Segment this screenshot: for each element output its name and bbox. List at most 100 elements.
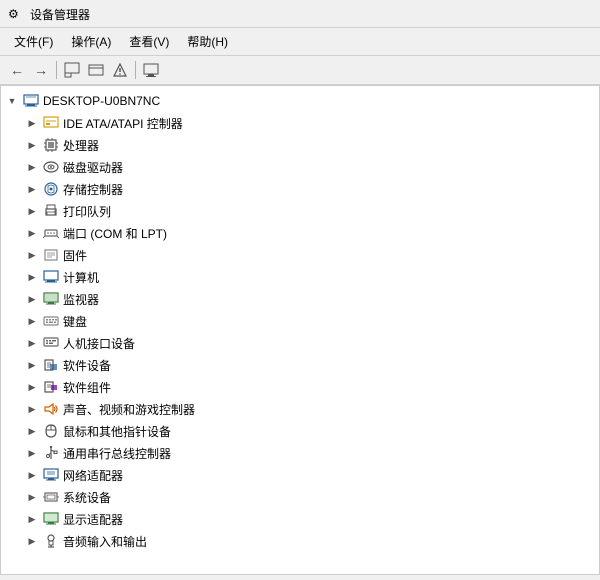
toolbar-btn-up[interactable] [61, 59, 83, 81]
network-icon [43, 467, 59, 483]
keyboard-icon [43, 313, 59, 329]
item-expand-icon: ▶ [25, 512, 39, 526]
item-label: 网络适配器 [63, 467, 123, 484]
item-label: 软件组件 [63, 379, 111, 396]
item-expand-icon: ▶ [25, 116, 39, 130]
disk-icon [43, 159, 59, 175]
app-icon: ⚙ [8, 7, 24, 23]
mouse-icon [43, 423, 59, 439]
display-icon [43, 511, 59, 527]
tree-item[interactable]: ▶ 音频输入和输出 [1, 530, 599, 552]
toolbar-btn-show[interactable] [85, 59, 107, 81]
item-expand-icon: ▶ [25, 160, 39, 174]
item-label: 处理器 [63, 137, 99, 154]
tree-item[interactable]: ▶ 固件 [1, 244, 599, 266]
item-expand-icon: ▶ [25, 402, 39, 416]
device-tree[interactable]: ▼ DESKTOP-U0BN7NC ▶ IDE ATA/ATAPI 控制器 ▶ … [0, 85, 600, 575]
forward-button[interactable]: → [30, 59, 52, 81]
toolbar-btn-monitor[interactable] [140, 59, 162, 81]
tree-item[interactable]: ▶ 系统设备 [1, 486, 599, 508]
tree-item[interactable]: ▶ 端口 (COM 和 LPT) [1, 222, 599, 244]
title-bar: ⚙ 设备管理器 [0, 0, 600, 28]
item-label: 存储控制器 [63, 181, 123, 198]
sound-icon [43, 401, 59, 417]
item-expand-icon: ▶ [25, 226, 39, 240]
software-icon [43, 357, 59, 373]
back-button[interactable]: ← [6, 59, 28, 81]
item-label: 声音、视频和游戏控制器 [63, 401, 195, 418]
tree-item[interactable]: ▶ 处理器 [1, 134, 599, 156]
tree-item[interactable]: ▶ 打印队列 [1, 200, 599, 222]
tree-item[interactable]: ▶ 声音、视频和游戏控制器 [1, 398, 599, 420]
item-expand-icon: ▶ [25, 380, 39, 394]
tree-item[interactable]: ▶ 存储控制器 [1, 178, 599, 200]
computer-icon [43, 269, 59, 285]
item-label: 软件设备 [63, 357, 111, 374]
usb-icon [43, 445, 59, 461]
ide-icon [43, 115, 59, 131]
item-expand-icon: ▶ [25, 248, 39, 262]
item-label: 显示适配器 [63, 511, 123, 528]
item-label: 固件 [63, 247, 87, 264]
menu-view[interactable]: 查看(V) [121, 31, 177, 52]
item-label: 音频输入和输出 [63, 533, 147, 550]
item-expand-icon: ▶ [25, 446, 39, 460]
menu-bar: 文件(F) 操作(A) 查看(V) 帮助(H) [0, 28, 600, 56]
system-icon [43, 489, 59, 505]
tree-item[interactable]: ▶ 磁盘驱动器 [1, 156, 599, 178]
item-expand-icon: ▶ [25, 336, 39, 350]
item-label: 打印队列 [63, 203, 111, 220]
tree-item[interactable]: ▶ 网络适配器 [1, 464, 599, 486]
softcomp-icon [43, 379, 59, 395]
storage-icon [43, 181, 59, 197]
firmware-icon [43, 247, 59, 263]
item-expand-icon: ▶ [25, 534, 39, 548]
item-expand-icon: ▶ [25, 204, 39, 218]
item-label: 监视器 [63, 291, 99, 308]
item-expand-icon: ▶ [25, 138, 39, 152]
tree-root[interactable]: ▼ DESKTOP-U0BN7NC [1, 90, 599, 112]
item-label: 磁盘驱动器 [63, 159, 123, 176]
item-expand-icon: ▶ [25, 358, 39, 372]
tree-item[interactable]: ▶ 软件组件 [1, 376, 599, 398]
toolbar: ← → [0, 56, 600, 85]
item-expand-icon: ▶ [25, 424, 39, 438]
tree-item[interactable]: ▶ 软件设备 [1, 354, 599, 376]
item-label: IDE ATA/ATAPI 控制器 [63, 115, 183, 132]
tree-item[interactable]: ▶ 人机接口设备 [1, 332, 599, 354]
item-expand-icon: ▶ [25, 270, 39, 284]
toolbar-btn-action[interactable] [109, 59, 131, 81]
item-label: 通用串行总线控制器 [63, 445, 171, 462]
port-icon [43, 225, 59, 241]
item-expand-icon: ▶ [25, 182, 39, 196]
tree-item[interactable]: ▶ IDE ATA/ATAPI 控制器 [1, 112, 599, 134]
item-label: 键盘 [63, 313, 87, 330]
toolbar-separator-1 [56, 61, 57, 79]
root-expand-icon: ▼ [5, 94, 19, 108]
item-label: 系统设备 [63, 489, 111, 506]
tree-item[interactable]: ▶ 计算机 [1, 266, 599, 288]
item-expand-icon: ▶ [25, 314, 39, 328]
root-icon [23, 93, 39, 109]
monitor-icon [43, 291, 59, 307]
tree-item[interactable]: ▶ 键盘 [1, 310, 599, 332]
printer-icon [43, 203, 59, 219]
root-label: DESKTOP-U0BN7NC [43, 94, 160, 108]
item-label: 计算机 [63, 269, 99, 286]
item-expand-icon: ▶ [25, 292, 39, 306]
menu-file[interactable]: 文件(F) [6, 31, 61, 52]
hid-icon [43, 335, 59, 351]
tree-item[interactable]: ▶ 鼠标和其他指针设备 [1, 420, 599, 442]
menu-action[interactable]: 操作(A) [63, 31, 119, 52]
item-label: 人机接口设备 [63, 335, 135, 352]
item-expand-icon: ▶ [25, 468, 39, 482]
tree-item[interactable]: ▶ 监视器 [1, 288, 599, 310]
tree-item[interactable]: ▶ 显示适配器 [1, 508, 599, 530]
menu-help[interactable]: 帮助(H) [179, 31, 236, 52]
cpu-icon [43, 137, 59, 153]
item-label: 端口 (COM 和 LPT) [63, 225, 167, 242]
tree-item[interactable]: ▶ 通用串行总线控制器 [1, 442, 599, 464]
app-title: 设备管理器 [30, 6, 90, 23]
audio-icon [43, 533, 59, 549]
item-label: 鼠标和其他指针设备 [63, 423, 171, 440]
